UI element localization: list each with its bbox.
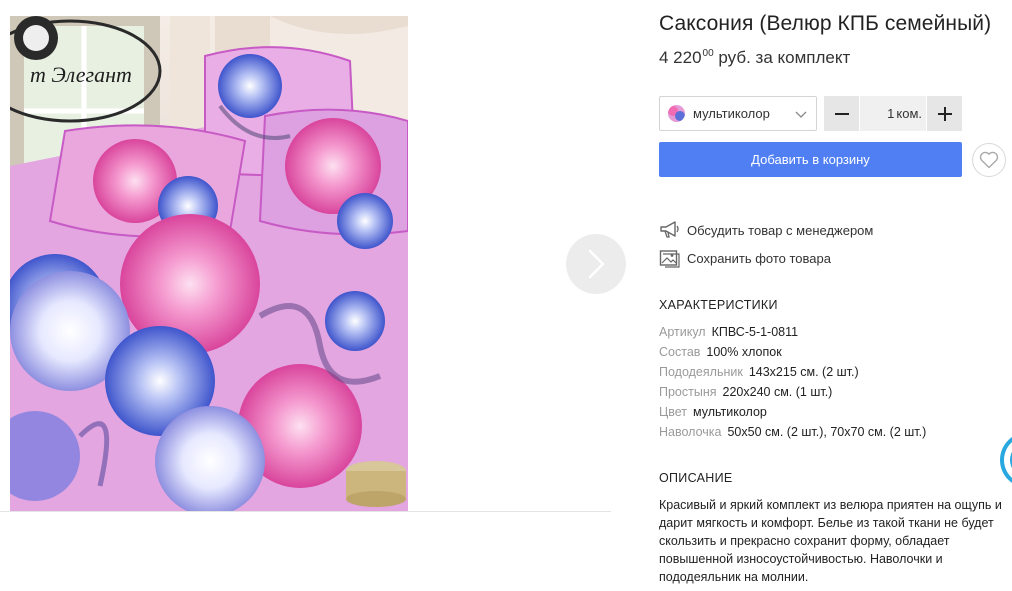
characteristics-heading: ХАРАКТЕРИСТИКИ (659, 298, 778, 312)
wishlist-button[interactable] (972, 143, 1006, 177)
price-unit: руб. за комплект (718, 48, 851, 67)
price-cents: 00 (702, 48, 714, 59)
spec-key: Артикул (659, 325, 706, 339)
spec-row: Наволочка 50х50 см. (2 шт.), 70х70 см. (… (659, 422, 926, 442)
next-image-button[interactable] (566, 234, 626, 294)
bedding-image: т Элегант (10, 16, 408, 511)
spec-key: Состав (659, 345, 701, 359)
save-photo-label: Сохранить фото товара (687, 250, 831, 266)
spec-row: Состав 100% хлопок (659, 342, 926, 362)
product-photo[interactable]: т Элегант (10, 16, 408, 511)
quantity-value: 1 (887, 106, 895, 121)
spec-value: мультиколор (693, 405, 767, 419)
quantity-stepper: 1 ком. (824, 96, 962, 131)
color-select-value: мультиколор (693, 106, 770, 121)
characteristics-list: Артикул КПВС-5-1-0811 Состав 100% хлопок… (659, 322, 926, 442)
product-title: Саксония (Велюр КПБ семейный) (659, 12, 992, 35)
plus-icon (937, 106, 952, 121)
logo-text: т Элегант (30, 62, 132, 87)
spec-row: Цвет мультиколор (659, 402, 926, 422)
color-swatch (668, 105, 685, 122)
minus-icon (834, 112, 849, 115)
description-text: Красивый и яркий комплект из велюра прия… (659, 498, 1002, 584)
quantity-minus-button[interactable] (824, 96, 859, 131)
quantity-input[interactable]: 1 ком. (859, 96, 927, 131)
quantity-plus-button[interactable] (927, 96, 962, 131)
spec-key: Пододеяльник (659, 365, 743, 379)
spec-value: 220х240 см. (1 шт.) (722, 385, 833, 399)
price-main: 4 220 (659, 48, 702, 67)
heart-icon (979, 151, 999, 169)
spec-key: Цвет (659, 405, 688, 419)
spec-value: 50х50 см. (2 шт.), 70х70 см. (2 шт.) (727, 425, 927, 439)
product-gallery: т Элегант (0, 0, 626, 512)
color-select[interactable]: мультиколор (659, 96, 817, 131)
megaphone-icon (659, 220, 681, 240)
spec-value: КПВС-5-1-0811 (711, 325, 799, 339)
spec-key: Простыня (659, 385, 717, 399)
chevron-right-icon (588, 249, 605, 279)
chat-widget-button[interactable] (1000, 432, 1012, 488)
add-to-cart-button[interactable]: Добавить в корзину (659, 142, 962, 177)
discuss-with-manager-link[interactable]: Обсудить товар с менеджером (659, 220, 873, 240)
save-photo-link[interactable]: Сохранить фото товара (659, 248, 831, 268)
spec-row: Простыня 220х240 см. (1 шт.) (659, 382, 926, 402)
spec-row: Пододеяльник 143х215 см. (2 шт.) (659, 362, 926, 382)
spec-value: 100% хлопок (706, 345, 782, 359)
discuss-link-label: Обсудить товар с менеджером (687, 222, 874, 238)
quantity-unit: ком. (896, 106, 922, 121)
description-heading: ОПИСАНИЕ (659, 471, 733, 485)
spec-row: Артикул КПВС-5-1-0811 (659, 322, 926, 342)
image-icon (659, 248, 681, 268)
spec-value: 143х215 см. (2 шт.) (748, 365, 859, 379)
gallery-divider (0, 511, 611, 512)
spec-key: Наволочка (659, 425, 722, 439)
product-price: 4 22000 руб. за комплект (659, 48, 850, 68)
chevron-down-icon (795, 111, 807, 118)
